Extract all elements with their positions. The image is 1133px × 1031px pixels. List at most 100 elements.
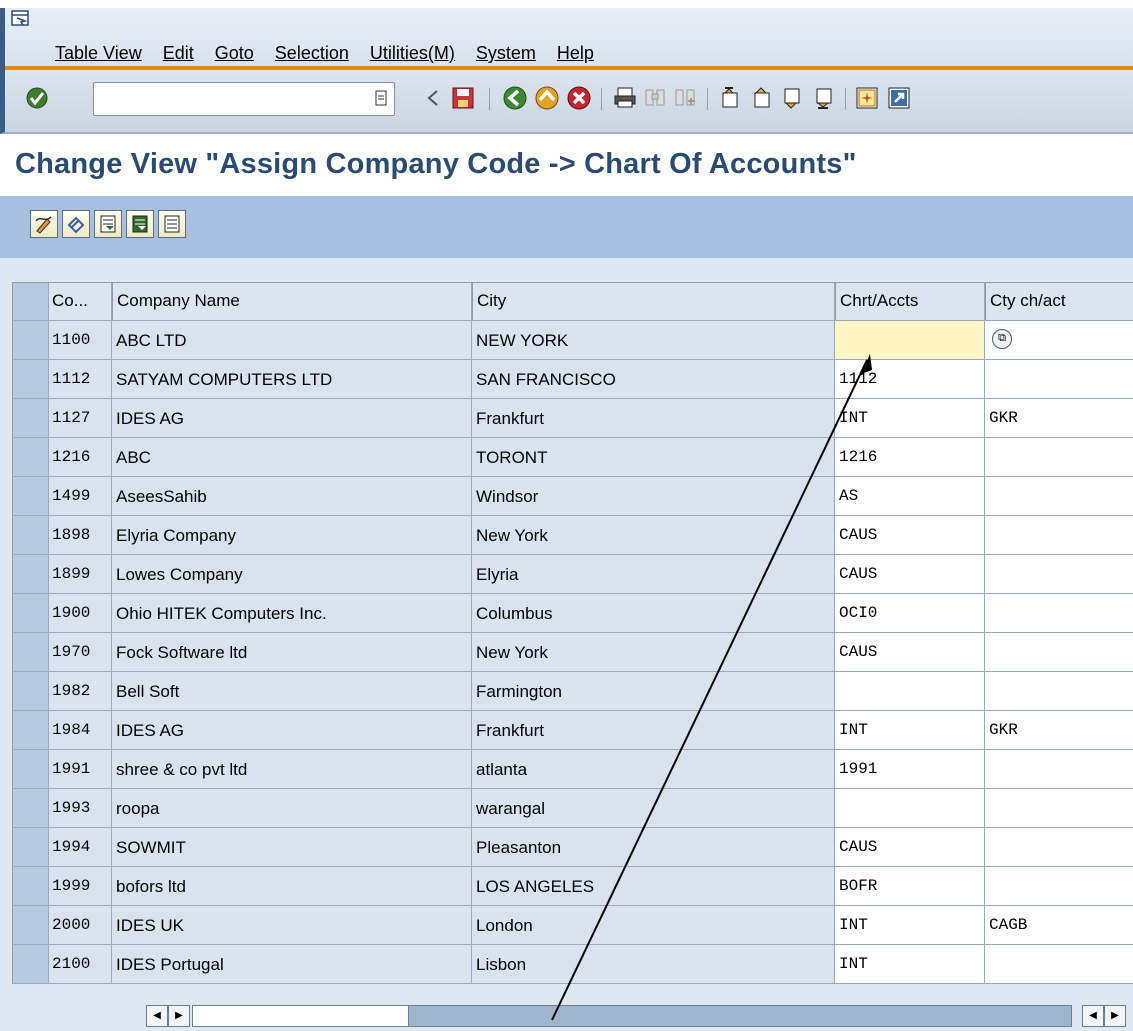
cell-country-chart[interactable] — [985, 828, 1133, 867]
value-help-icon[interactable]: ⧉ — [992, 329, 1012, 349]
command-field-history-icon[interactable] — [367, 84, 395, 112]
menu-item-table-view[interactable]: Table View — [55, 43, 142, 64]
cell-chart-of-accounts[interactable]: AS — [835, 477, 985, 516]
cell-country-chart[interactable] — [985, 555, 1133, 594]
last-page-icon[interactable] — [811, 84, 839, 112]
undo-changes-icon[interactable] — [62, 210, 90, 238]
first-page-icon[interactable] — [717, 84, 745, 112]
column-header-city[interactable]: City — [472, 282, 835, 321]
menu-item-system[interactable]: System — [476, 43, 536, 64]
cell-country-chart[interactable] — [985, 360, 1133, 399]
cell-country-chart[interactable] — [985, 477, 1133, 516]
row-selector-button[interactable] — [12, 906, 49, 945]
cell-chart-of-accounts[interactable]: INT — [835, 399, 985, 438]
display-change-icon[interactable] — [30, 210, 58, 238]
row-selector-button[interactable] — [12, 516, 49, 555]
cell-chart-of-accounts[interactable]: BOFR — [835, 867, 985, 906]
scrollbar-thumb[interactable] — [193, 1006, 409, 1026]
cell-chart-of-accounts[interactable]: CAUS — [835, 555, 985, 594]
row-selector-button[interactable] — [12, 594, 49, 633]
menu-item-help[interactable]: Help — [557, 43, 594, 64]
select-all-rows-button[interactable] — [12, 282, 49, 321]
cell-country-chart[interactable] — [985, 789, 1133, 828]
back-nav-icon[interactable] — [419, 84, 447, 112]
cell-country-chart[interactable] — [985, 594, 1133, 633]
cell-country-chart[interactable] — [985, 750, 1133, 789]
save-icon[interactable] — [449, 84, 477, 112]
column-header-company-name[interactable]: Company Name — [112, 282, 472, 321]
cell-chart-of-accounts[interactable]: 1112 — [835, 360, 985, 399]
enter-icon[interactable] — [23, 84, 51, 112]
row-selector-button[interactable] — [12, 789, 49, 828]
column-header-chart-of-accounts[interactable]: Chrt/Accts — [835, 282, 985, 321]
cell-chart-of-accounts[interactable]: INT — [835, 945, 985, 984]
cell-country-chart[interactable] — [985, 672, 1133, 711]
row-selector-button[interactable] — [12, 321, 49, 360]
command-field[interactable] — [93, 82, 395, 116]
menu-item-edit[interactable]: Edit — [163, 43, 194, 64]
table-area: Co... Company Name City Chrt/Accts Cty c… — [0, 258, 1133, 1031]
row-selector-button[interactable] — [12, 750, 49, 789]
cell-chart-of-accounts[interactable] — [835, 321, 985, 360]
cell-country-chart[interactable]: ⧉ — [985, 321, 1133, 360]
row-selector-button[interactable] — [12, 867, 49, 906]
row-selector-button[interactable] — [12, 945, 49, 984]
create-session-icon[interactable] — [853, 84, 881, 112]
row-selector-button[interactable] — [12, 633, 49, 672]
back-icon[interactable] — [501, 84, 529, 112]
cancel-icon[interactable] — [565, 84, 593, 112]
table-row: 2000 IDES UK London INT CAGB — [12, 906, 1133, 945]
scroll-left-button[interactable]: ◀ — [146, 1005, 168, 1027]
previous-page-icon[interactable] — [749, 84, 777, 112]
column-header-country-chart[interactable]: Cty ch/act — [985, 282, 1133, 321]
row-selector-button[interactable] — [12, 672, 49, 711]
scroll-right-button-right-pane[interactable]: ▶ — [1104, 1005, 1126, 1027]
cell-country-chart[interactable]: GKR — [985, 711, 1133, 750]
horizontal-scrollbar: ◀ ▶ ◀ ▶ — [0, 1003, 1133, 1031]
cell-chart-of-accounts[interactable]: OCI0 — [835, 594, 985, 633]
system-menu-icon[interactable] — [11, 10, 31, 28]
select-block-icon[interactable] — [158, 210, 186, 238]
row-selector-button[interactable] — [12, 399, 49, 438]
cell-country-chart[interactable] — [985, 438, 1133, 477]
create-shortcut-icon[interactable] — [885, 84, 913, 112]
cell-company-code: 1898 — [49, 516, 112, 555]
cell-chart-of-accounts[interactable]: CAUS — [835, 828, 985, 867]
row-selector-button[interactable] — [12, 477, 49, 516]
cell-country-chart[interactable]: CAGB — [985, 906, 1133, 945]
menu-item-goto[interactable]: Goto — [215, 43, 254, 64]
row-selector-button[interactable] — [12, 438, 49, 477]
column-header-company-code[interactable]: Co... — [49, 282, 112, 321]
cell-country-chart[interactable]: GKR — [985, 399, 1133, 438]
row-selector-button[interactable] — [12, 828, 49, 867]
row-selector-button[interactable] — [12, 711, 49, 750]
find-next-icon[interactable] — [671, 84, 699, 112]
exit-icon[interactable] — [533, 84, 561, 112]
cell-chart-of-accounts[interactable]: 1216 — [835, 438, 985, 477]
menu-item-utilities-m[interactable]: Utilities(M) — [370, 43, 455, 64]
cell-chart-of-accounts[interactable]: INT — [835, 906, 985, 945]
cell-chart-of-accounts[interactable] — [835, 672, 985, 711]
cell-chart-of-accounts[interactable]: CAUS — [835, 516, 985, 555]
deselect-all-icon[interactable] — [126, 210, 154, 238]
cell-country-chart[interactable] — [985, 633, 1133, 672]
print-icon[interactable] — [611, 84, 639, 112]
cell-country-chart[interactable] — [985, 945, 1133, 984]
scroll-right-button[interactable]: ▶ — [168, 1005, 190, 1027]
cell-country-chart[interactable] — [985, 867, 1133, 906]
select-all-icon[interactable] — [94, 210, 122, 238]
cell-chart-of-accounts[interactable] — [835, 789, 985, 828]
next-page-icon[interactable] — [779, 84, 807, 112]
menu-item-selection[interactable]: Selection — [275, 43, 349, 64]
cell-country-chart[interactable] — [985, 516, 1133, 555]
row-selector-button[interactable] — [12, 555, 49, 594]
find-icon[interactable] — [641, 84, 669, 112]
row-selector-button[interactable] — [12, 360, 49, 399]
cell-chart-of-accounts[interactable]: 1991 — [835, 750, 985, 789]
cell-chart-of-accounts[interactable]: CAUS — [835, 633, 985, 672]
scrollbar-track[interactable] — [192, 1005, 1072, 1027]
cell-chart-of-accounts[interactable]: INT — [835, 711, 985, 750]
menu-items: Table View Edit Goto Selection Utilities(M) S… — [55, 43, 615, 64]
table-row: 1900 Ohio HITEK Computers Inc. Columbus OCI… — [12, 594, 1133, 633]
scroll-left-button-right-pane[interactable]: ◀ — [1082, 1005, 1104, 1027]
